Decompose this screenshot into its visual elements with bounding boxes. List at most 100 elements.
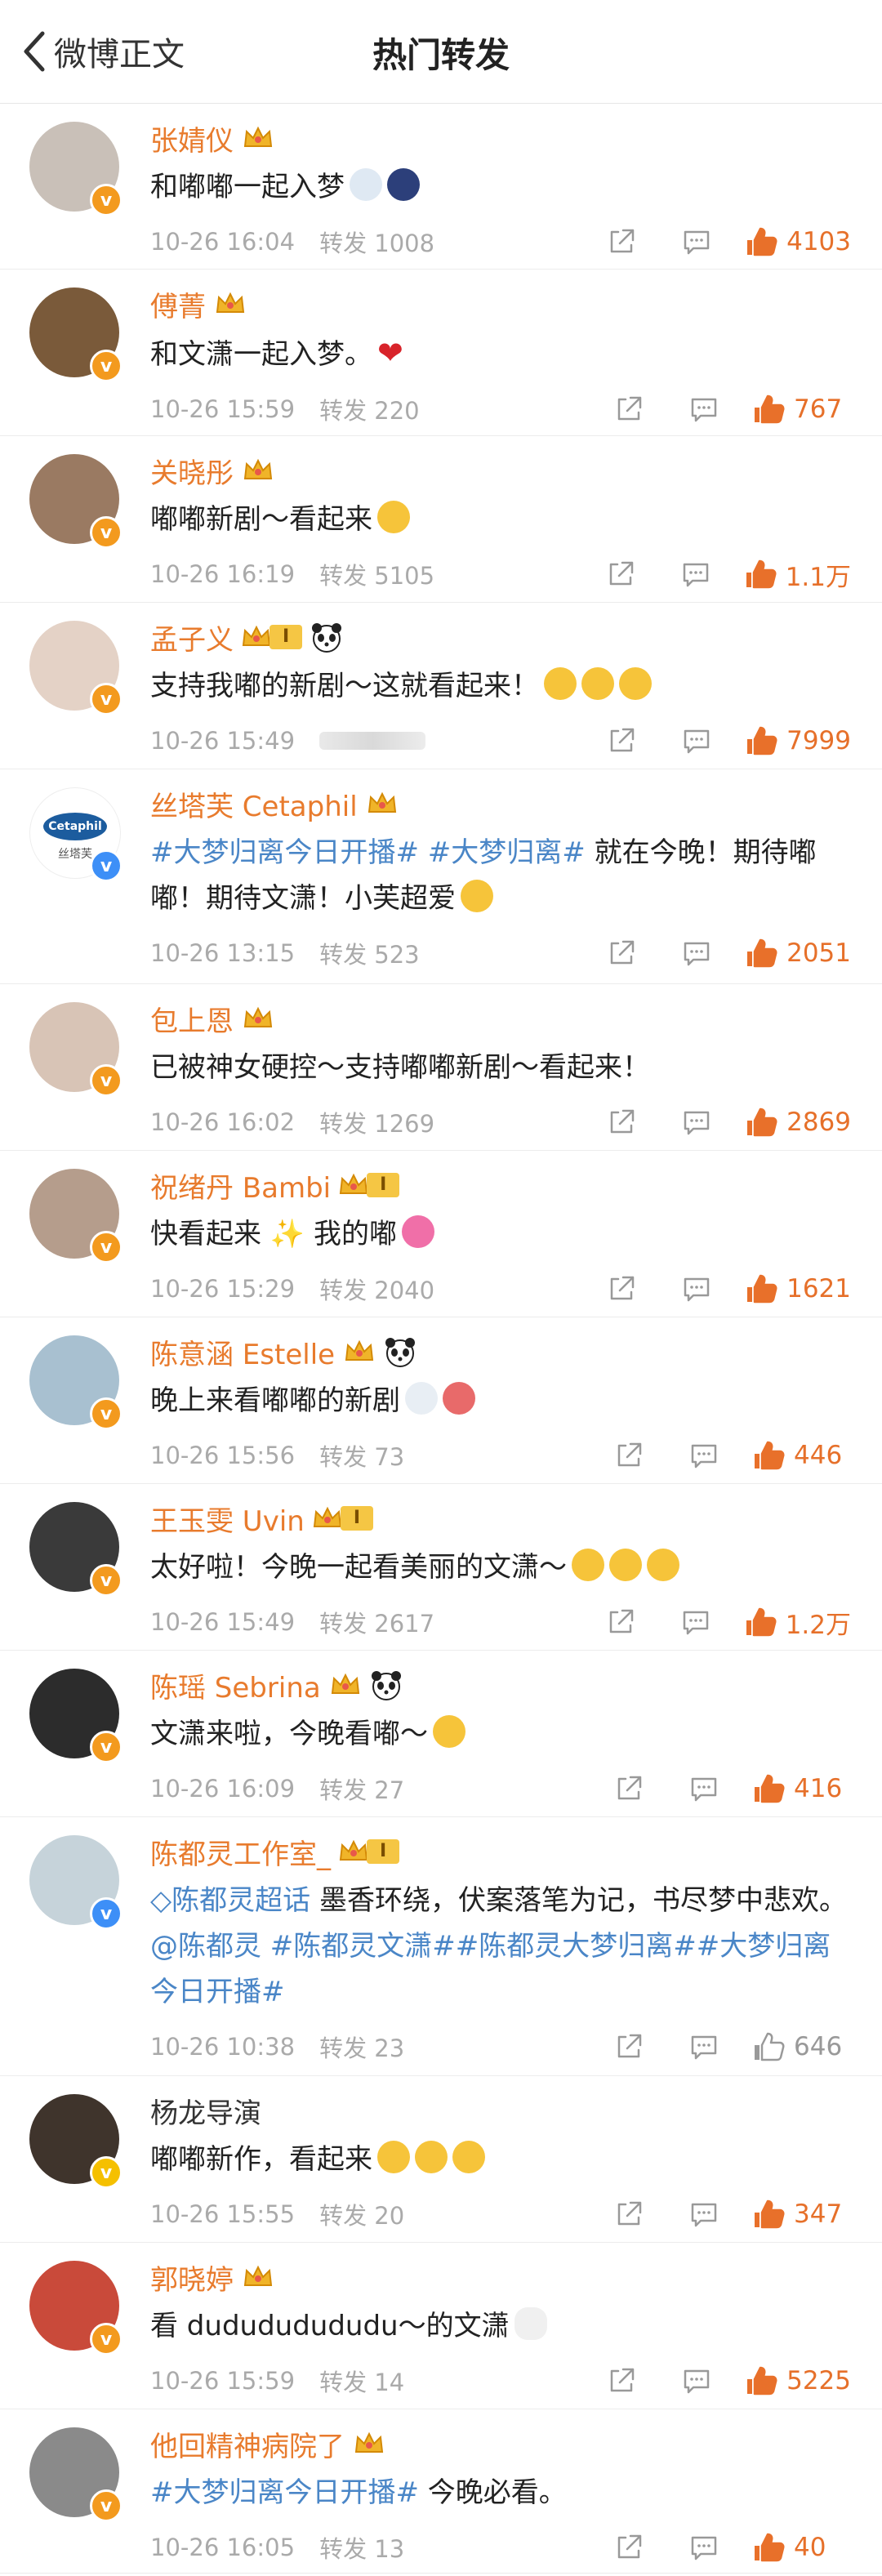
repost-item[interactable]: v 王玉雯 Uvin I 太好啦！今晚一起看美丽的文潇～ 10-26 15:49 转发 2…: [0, 1484, 882, 1651]
user-name[interactable]: 祝绪丹 Bambi: [150, 1165, 331, 1206]
user-name[interactable]: 王玉雯 Uvin: [150, 1499, 305, 1539]
user-name[interactable]: 张婧仪: [150, 118, 234, 158]
page-title: 热门转发: [372, 35, 510, 75]
user-name[interactable]: 陈瑶 Sebrina: [150, 1665, 321, 1705]
share-icon[interactable]: [606, 1607, 635, 1637]
like-count: 2051: [786, 938, 851, 968]
like-count: 5225: [786, 2366, 851, 2396]
comment-icon[interactable]: [682, 1274, 711, 1304]
like-count: 1621: [786, 1274, 851, 1304]
like-button[interactable]: 2869: [744, 1106, 851, 1139]
vip-level-badge: I: [337, 1172, 400, 1198]
crown-icon: [313, 1506, 341, 1527]
verified-badge: v: [90, 2156, 122, 2189]
user-name[interactable]: 杨龙导演: [150, 2091, 261, 2131]
share-icon[interactable]: [614, 2199, 644, 2229]
post-time: 10-26 15:56: [150, 1442, 296, 1469]
super-topic-link[interactable]: ◇陈都灵超话: [150, 1884, 310, 1917]
comment-icon[interactable]: [682, 2366, 711, 2396]
repost-item[interactable]: v 陈意涵 Estelle 晚上来看嘟嘟的新剧 10-26 15:56 转发 73 446: [0, 1317, 882, 1484]
repost-item[interactable]: v 孟子义 I 支持我嘟的新剧～这就看起来！ 10-26 15:49 7999: [0, 603, 882, 769]
like-button[interactable]: 5225: [744, 2364, 851, 2397]
repost-item[interactable]: v 关晓彤 嘟嘟新剧～看起来 10-26 16:19 转发 5105 1.1万: [0, 436, 882, 603]
share-icon[interactable]: [614, 1774, 644, 1803]
like-button[interactable]: 2051: [744, 937, 851, 969]
share-icon[interactable]: [607, 938, 636, 968]
face-emoji: [461, 880, 493, 912]
user-name[interactable]: 包上恩: [150, 999, 234, 1039]
repost-item[interactable]: v 傅菁 和文潇一起入梦。 ❤ 10-26 15:59 转发 220 767: [0, 270, 882, 436]
like-button[interactable]: 1.1万: [743, 556, 851, 593]
like-button[interactable]: 446: [751, 1439, 851, 1472]
user-name[interactable]: 傅菁: [150, 284, 206, 324]
user-name[interactable]: 关晓彤: [150, 451, 234, 491]
bubble-emoji: [405, 1382, 438, 1415]
comment-icon[interactable]: [682, 938, 711, 968]
repost-item[interactable]: v 郭晓婷看 dudududududu～的文潇 10-26 15:59 转发 14 52…: [0, 2243, 882, 2409]
share-icon[interactable]: [607, 227, 636, 256]
mention-link[interactable]: @陈都灵: [150, 1930, 261, 1963]
like-button[interactable]: 1.2万: [743, 1604, 851, 1641]
like-button[interactable]: 7999: [744, 724, 851, 757]
comment-icon[interactable]: [689, 2533, 719, 2562]
comment-icon[interactable]: [681, 559, 710, 589]
comment-icon[interactable]: [682, 726, 711, 755]
comment-icon[interactable]: [681, 1607, 710, 1637]
user-name[interactable]: 丝塔芙 Cetaphil: [150, 784, 358, 824]
repost-item[interactable]: v 陈都灵工作室_ I ◇陈都灵超话 墨香环绕，伏案落笔为记，书尽梦中悲欢。@陈都灵 …: [0, 1817, 882, 2076]
repost-text: 太好啦！今晚一起看美丽的文潇～: [150, 1544, 851, 1590]
like-button[interactable]: 416: [751, 1772, 851, 1805]
share-icon[interactable]: [614, 1441, 644, 1470]
comment-icon[interactable]: [689, 394, 719, 424]
repost-text: 看 dudududududu～的文潇: [150, 2303, 851, 2349]
like-count: 1.1万: [785, 562, 851, 592]
like-icon: [747, 726, 777, 755]
crown-icon: [243, 458, 273, 479]
like-button[interactable]: 767: [751, 393, 851, 426]
like-button[interactable]: 4103: [744, 225, 851, 258]
topic-link[interactable]: #大梦归离今日开播#: [150, 2476, 419, 2509]
comment-icon[interactable]: [682, 227, 711, 256]
repost-item[interactable]: v 祝绪丹 Bambi I 快看起来 ✨ 我的嘟 10-26 15:29 转发 2040 1…: [0, 1151, 882, 1317]
comment-icon[interactable]: [689, 2199, 719, 2229]
like-button[interactable]: 1621: [744, 1272, 851, 1305]
user-name[interactable]: 郭晓婷: [150, 2257, 234, 2297]
comment-icon[interactable]: [689, 2032, 719, 2061]
share-icon[interactable]: [607, 1108, 636, 1137]
user-name[interactable]: 陈意涵 Estelle: [150, 1332, 335, 1372]
repost-item[interactable]: v 张婧仪 和嘟嘟一起入梦 10-26 16:04 转发 1008 4103: [0, 104, 882, 270]
crown-icon: [243, 2265, 273, 2286]
share-icon[interactable]: [614, 2032, 644, 2061]
repost-item[interactable]: v 他回精神病院了 #大梦归离今日开播# 今晚必看。 10-26 16:05 转发 13…: [0, 2409, 882, 2574]
topic-link[interactable]: #大梦归离#: [428, 836, 586, 869]
topic-link[interactable]: #大梦归离今日开播#: [150, 836, 419, 869]
repost-count: 转发 1008: [319, 230, 435, 257]
user-name[interactable]: 陈都灵工作室_: [150, 1832, 331, 1872]
hearts-emoji: [401, 1215, 434, 1248]
share-icon[interactable]: [606, 559, 635, 589]
repost-item[interactable]: v 陈瑶 Sebrina 文潇来啦，今晚看嘟～ 10-26 16:09 转发 27 416: [0, 1651, 882, 1817]
repost-item[interactable]: Cetaphil 丝塔芙 v 丝塔芙 Cetaphil #大梦归离今日开播# #大梦归离…: [0, 769, 882, 984]
comment-icon[interactable]: [689, 1441, 719, 1470]
like-button[interactable]: 347: [751, 2198, 851, 2231]
like-icon: [755, 2032, 785, 2061]
like-button[interactable]: 646: [751, 2030, 851, 2063]
repost-text: 快看起来 ✨ 我的嘟: [150, 1211, 851, 1257]
like-icon: [747, 227, 777, 256]
share-icon[interactable]: [614, 2533, 644, 2562]
like-count: 416: [794, 1774, 843, 1803]
like-button[interactable]: 40: [751, 2531, 851, 2564]
face-emoji: [433, 1715, 466, 1748]
face-emoji: [452, 2141, 485, 2173]
repost-item[interactable]: v 杨龙导演 嘟嘟新作，看起来 10-26 15:55 转发 20 347: [0, 2076, 882, 2243]
share-icon[interactable]: [607, 726, 636, 755]
comment-icon[interactable]: [682, 1108, 711, 1137]
repost-item[interactable]: v 包上恩 已被神女硬控～支持嘟嘟新剧～看起来！ 10-26 16:02 转发 1269…: [0, 984, 882, 1151]
share-icon[interactable]: [614, 394, 644, 424]
user-name[interactable]: 他回精神病院了: [150, 2424, 345, 2464]
share-icon[interactable]: [607, 2366, 636, 2396]
user-name[interactable]: 孟子义: [150, 617, 234, 657]
share-icon[interactable]: [607, 1274, 636, 1304]
comment-icon[interactable]: [689, 1774, 719, 1803]
crown-icon: [368, 791, 396, 813]
